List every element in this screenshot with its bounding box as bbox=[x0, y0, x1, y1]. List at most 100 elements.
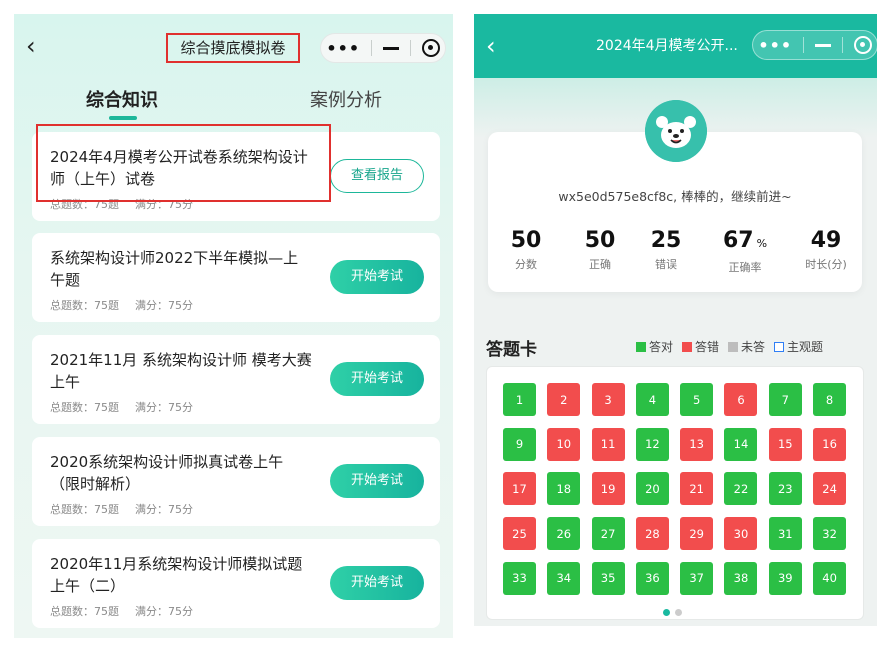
bear-avatar-icon bbox=[645, 100, 707, 162]
exam-card[interactable]: 2020年11月系统架构设计师模拟试题上午（二） 总题数：75题 满分：75分 开… bbox=[32, 539, 440, 628]
question-cell[interactable]: 16 bbox=[813, 427, 847, 461]
question-cell[interactable]: 20 bbox=[635, 472, 669, 506]
exam-card[interactable]: 系统架构设计师2022下半年模拟—上午题 总题数：75题 满分：75分 开始考试 bbox=[32, 233, 440, 322]
tab-general-knowledge[interactable]: 综合知识 bbox=[86, 86, 158, 112]
legend-swatch bbox=[728, 342, 739, 352]
start-exam-button[interactable]: 开始考试 bbox=[330, 260, 424, 294]
page-dot[interactable] bbox=[675, 609, 682, 616]
close-target-icon[interactable] bbox=[853, 36, 872, 54]
question-cell[interactable]: 14 bbox=[724, 427, 758, 461]
question-cell[interactable]: 12 bbox=[635, 427, 669, 461]
question-cell[interactable]: 7 bbox=[768, 383, 802, 416]
legend-swatch bbox=[636, 342, 646, 352]
close-target-icon[interactable] bbox=[421, 39, 440, 57]
more-icon[interactable]: ••• bbox=[326, 39, 360, 58]
answer-card-title: 答题卡 bbox=[486, 340, 537, 360]
stat-wrong: 25 错误 bbox=[650, 228, 682, 271]
exam-list-screen: ‹ 综合摸底模拟卷 ••• 综合知识 案例分析 2024年4月模考公开试卷系统架… bbox=[14, 14, 453, 638]
exam-report-screen: ‹ 2024年4月模考公开... ••• wx5e0d575e8cf8c, 棒棒… bbox=[474, 14, 877, 626]
nav-bar: ‹ 综合摸底模拟卷 ••• bbox=[14, 14, 453, 78]
question-cell[interactable]: 40 bbox=[813, 561, 847, 595]
question-cell[interactable]: 11 bbox=[591, 427, 625, 461]
question-cell[interactable]: 8 bbox=[813, 383, 847, 416]
start-exam-button[interactable]: 开始考试 bbox=[330, 566, 424, 600]
legend-item: 答对 bbox=[636, 340, 673, 354]
question-cell[interactable]: 19 bbox=[591, 472, 625, 506]
question-cell[interactable]: 23 bbox=[768, 472, 802, 506]
tab-bar: 综合知识 案例分析 bbox=[14, 82, 453, 122]
page-title: 2024年4月模考公开... bbox=[596, 38, 738, 54]
legend-item: 答错 bbox=[682, 340, 719, 354]
answer-legend: 答对 答错 未答 主观题 bbox=[636, 338, 832, 355]
stat-duration: 49 时长(分) bbox=[805, 228, 847, 271]
question-cell[interactable]: 36 bbox=[635, 561, 669, 595]
question-cell[interactable]: 38 bbox=[724, 561, 758, 595]
page-title: 综合摸底模拟卷 bbox=[166, 33, 300, 63]
legend-swatch bbox=[774, 342, 785, 352]
question-cell[interactable]: 26 bbox=[547, 517, 581, 551]
question-cell[interactable]: 35 bbox=[591, 561, 625, 595]
legend-item: 主观题 bbox=[774, 340, 823, 354]
question-cell[interactable]: 9 bbox=[503, 427, 536, 461]
question-cell[interactable]: 39 bbox=[768, 561, 802, 595]
question-cell[interactable]: 4 bbox=[635, 383, 669, 416]
legend-swatch bbox=[682, 342, 693, 352]
highlight-box bbox=[36, 124, 331, 202]
question-cell[interactable]: 25 bbox=[503, 517, 536, 551]
question-cell[interactable]: 27 bbox=[591, 517, 625, 551]
exam-title: 2020年11月系统架构设计师模拟试题上午（二） bbox=[50, 555, 303, 595]
nav-bar: ‹ 2024年4月模考公开... ••• bbox=[474, 14, 877, 78]
question-cell[interactable]: 5 bbox=[680, 383, 714, 416]
minimize-icon[interactable] bbox=[382, 46, 399, 50]
stat-accuracy: 67% 正确率 bbox=[722, 228, 768, 274]
question-cell[interactable]: 2 bbox=[547, 383, 581, 416]
active-tab-indicator bbox=[109, 116, 137, 120]
stat-correct: 50 正确 bbox=[584, 228, 616, 271]
question-cell[interactable]: 3 bbox=[591, 383, 625, 416]
stat-score: 50 分数 bbox=[510, 228, 542, 271]
exam-title: 2020系统架构设计师拟真试卷上午（限时解析） bbox=[50, 453, 284, 493]
question-cell[interactable]: 10 bbox=[547, 427, 581, 461]
question-cell[interactable]: 15 bbox=[768, 427, 802, 461]
exam-card[interactable]: 2021年11月 系统架构设计师 模考大赛 上午 总题数：75题 满分：75分 开… bbox=[32, 335, 440, 424]
back-arrow-icon[interactable]: ‹ bbox=[26, 34, 36, 58]
stats-row: 50 分数 50 正确 25 错误 67% 正确率 49 时长(分) bbox=[498, 228, 854, 278]
question-cell[interactable]: 24 bbox=[813, 472, 847, 506]
view-report-button[interactable]: 查看报告 bbox=[330, 159, 424, 193]
question-cell[interactable]: 34 bbox=[547, 561, 581, 595]
question-cell[interactable]: 17 bbox=[503, 472, 536, 506]
exam-meta: 总题数：75题 满分：75分 bbox=[50, 401, 193, 414]
legend-item: 未答 bbox=[728, 340, 765, 354]
exam-meta: 总题数：75题 满分：75分 bbox=[50, 503, 193, 516]
answer-card: 1 2 3 4 5 6 7 8 9 10 11 12 13 14 15 16 17 18 19 20 21 22 23 24 2… bbox=[486, 366, 864, 620]
mini-program-capsule: ••• bbox=[320, 33, 446, 63]
question-cell[interactable]: 18 bbox=[547, 472, 581, 506]
question-cell[interactable]: 13 bbox=[680, 427, 714, 461]
page-dot[interactable] bbox=[663, 609, 670, 616]
question-cell[interactable]: 1 bbox=[503, 383, 536, 416]
start-exam-button[interactable]: 开始考试 bbox=[330, 362, 424, 396]
question-cell[interactable]: 37 bbox=[680, 561, 714, 595]
exam-title: 2021年11月 系统架构设计师 模考大赛 上午 bbox=[50, 351, 312, 391]
page-indicator bbox=[663, 601, 687, 620]
question-grid: 1 2 3 4 5 6 7 8 9 10 11 12 13 14 15 16 17 18 19 20 21 22 23 24 2… bbox=[503, 383, 847, 595]
tab-case-analysis[interactable]: 案例分析 bbox=[310, 86, 382, 112]
exam-title: 系统架构设计师2022下半年模拟—上午题 bbox=[50, 249, 299, 289]
more-icon[interactable]: ••• bbox=[758, 36, 792, 55]
question-cell[interactable]: 32 bbox=[813, 517, 847, 551]
back-arrow-icon[interactable]: ‹ bbox=[486, 34, 496, 58]
minimize-icon[interactable] bbox=[814, 43, 831, 47]
start-exam-button[interactable]: 开始考试 bbox=[330, 464, 424, 498]
question-cell[interactable]: 29 bbox=[680, 517, 714, 551]
question-cell[interactable]: 28 bbox=[635, 517, 669, 551]
exam-meta: 总题数：75题 满分：75分 bbox=[50, 605, 193, 618]
question-cell[interactable]: 22 bbox=[724, 472, 758, 506]
question-cell[interactable]: 31 bbox=[768, 517, 802, 551]
question-cell[interactable]: 30 bbox=[724, 517, 758, 551]
question-cell[interactable]: 21 bbox=[680, 472, 714, 506]
exam-meta: 总题数：75题 满分：75分 bbox=[50, 299, 193, 312]
exam-card[interactable]: 2020系统架构设计师拟真试卷上午（限时解析） 总题数：75题 满分：75分 开始… bbox=[32, 437, 440, 526]
question-cell[interactable]: 6 bbox=[724, 383, 758, 416]
question-cell[interactable]: 33 bbox=[503, 561, 536, 595]
mini-program-capsule: ••• bbox=[752, 30, 877, 60]
